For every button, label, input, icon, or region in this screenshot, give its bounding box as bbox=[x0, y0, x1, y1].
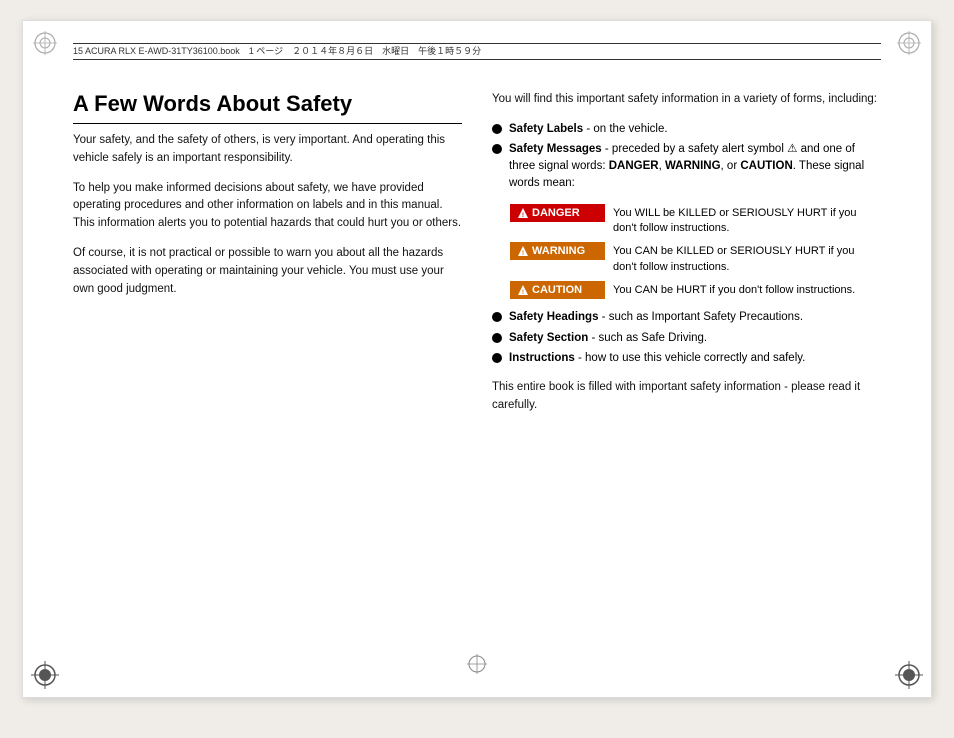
bullet-dot-3 bbox=[492, 312, 502, 322]
bullet-dot-2 bbox=[492, 144, 502, 154]
warning-row: ! WARNING You CAN be KILLED or SERIOUSLY… bbox=[510, 242, 881, 275]
bullet-dot-5 bbox=[492, 353, 502, 363]
safety-labels-text: Safety Labels - on the vehicle. bbox=[509, 121, 668, 138]
safety-section-text: Safety Section - such as Safe Driving. bbox=[509, 330, 707, 347]
list-item-safety-labels: Safety Labels - on the vehicle. bbox=[492, 121, 881, 138]
safety-messages-text: Safety Messages - preceded by a safety a… bbox=[509, 141, 881, 191]
svg-text:!: ! bbox=[522, 251, 524, 256]
danger-badge: ! DANGER bbox=[510, 204, 605, 222]
bullet-list-2: Safety Headings - such as Important Safe… bbox=[492, 309, 881, 367]
list-item-safety-section: Safety Section - such as Safe Driving. bbox=[492, 330, 881, 347]
caution-badge: ! CAUTION bbox=[510, 281, 605, 299]
instructions-bold: Instructions bbox=[509, 352, 575, 364]
svg-text:!: ! bbox=[522, 213, 524, 218]
corner-decoration-bl bbox=[31, 661, 59, 689]
page-title: A Few Words About Safety bbox=[73, 91, 462, 124]
signal-badges: ! DANGER You WILL be KILLED or SERIOUSLY… bbox=[510, 204, 881, 300]
danger-row: ! DANGER You WILL be KILLED or SERIOUSLY… bbox=[510, 204, 881, 237]
danger-label: DANGER bbox=[532, 207, 580, 219]
caution-row: ! CAUTION You CAN be HURT if you don't f… bbox=[510, 281, 881, 299]
footer-text: This entire book is filled with importan… bbox=[492, 379, 881, 415]
caution-text: You CAN be HURT if you don't follow inst… bbox=[613, 281, 855, 298]
caution-word: CAUTION bbox=[740, 160, 792, 172]
warning-word: WARNING bbox=[665, 160, 721, 172]
center-crosshair bbox=[465, 652, 489, 679]
page: 15 ACURA RLX E-AWD-31TY36100.book 1 ページ … bbox=[22, 20, 932, 698]
bullet-dot bbox=[492, 124, 502, 134]
list-item-safety-messages: Safety Messages - preceded by a safety a… bbox=[492, 141, 881, 191]
paragraph-2: To help you make informed decisions abou… bbox=[73, 180, 462, 233]
caution-triangle-icon: ! bbox=[518, 285, 528, 295]
safety-headings-text: Safety Headings - such as Important Safe… bbox=[509, 309, 803, 326]
svg-text:!: ! bbox=[522, 290, 524, 295]
corner-decoration-br bbox=[895, 661, 923, 689]
safety-section-bold: Safety Section bbox=[509, 332, 588, 344]
header-text: 15 ACURA RLX E-AWD-31TY36100.book 1 ページ … bbox=[73, 46, 481, 56]
list-item-instructions: Instructions - how to use this vehicle c… bbox=[492, 350, 881, 367]
safety-headings-bold: Safety Headings bbox=[509, 311, 598, 323]
danger-text: You WILL be KILLED or SERIOUSLY HURT if … bbox=[613, 204, 881, 237]
warning-label: WARNING bbox=[532, 245, 585, 257]
warning-triangle-icon: ! bbox=[518, 246, 528, 256]
corner-decoration-tr bbox=[895, 29, 923, 57]
safety-labels-bold: Safety Labels bbox=[509, 123, 583, 135]
main-content: A Few Words About Safety Your safety, an… bbox=[73, 91, 881, 415]
safety-messages-bold: Safety Messages bbox=[509, 143, 602, 155]
caution-label: CAUTION bbox=[532, 284, 582, 296]
warning-text: You CAN be KILLED or SERIOUSLY HURT if y… bbox=[613, 242, 881, 275]
danger-triangle-icon: ! bbox=[518, 208, 528, 218]
list-item-safety-headings: Safety Headings - such as Important Safe… bbox=[492, 309, 881, 326]
bullet-list-1: Safety Labels - on the vehicle. Safety M… bbox=[492, 121, 881, 192]
paragraph-3: Of course, it is not practical or possib… bbox=[73, 245, 462, 298]
danger-word: DANGER bbox=[609, 160, 659, 172]
paragraph-1: Your safety, and the safety of others, i… bbox=[73, 132, 462, 168]
warning-badge: ! WARNING bbox=[510, 242, 605, 260]
header-line: 15 ACURA RLX E-AWD-31TY36100.book 1 ページ … bbox=[73, 43, 881, 60]
left-column: A Few Words About Safety Your safety, an… bbox=[73, 91, 462, 415]
bullet-dot-4 bbox=[492, 333, 502, 343]
right-column: You will find this important safety info… bbox=[492, 91, 881, 415]
instructions-text: Instructions - how to use this vehicle c… bbox=[509, 350, 805, 367]
corner-decoration-tl bbox=[31, 29, 59, 57]
intro-text: You will find this important safety info… bbox=[492, 91, 881, 109]
